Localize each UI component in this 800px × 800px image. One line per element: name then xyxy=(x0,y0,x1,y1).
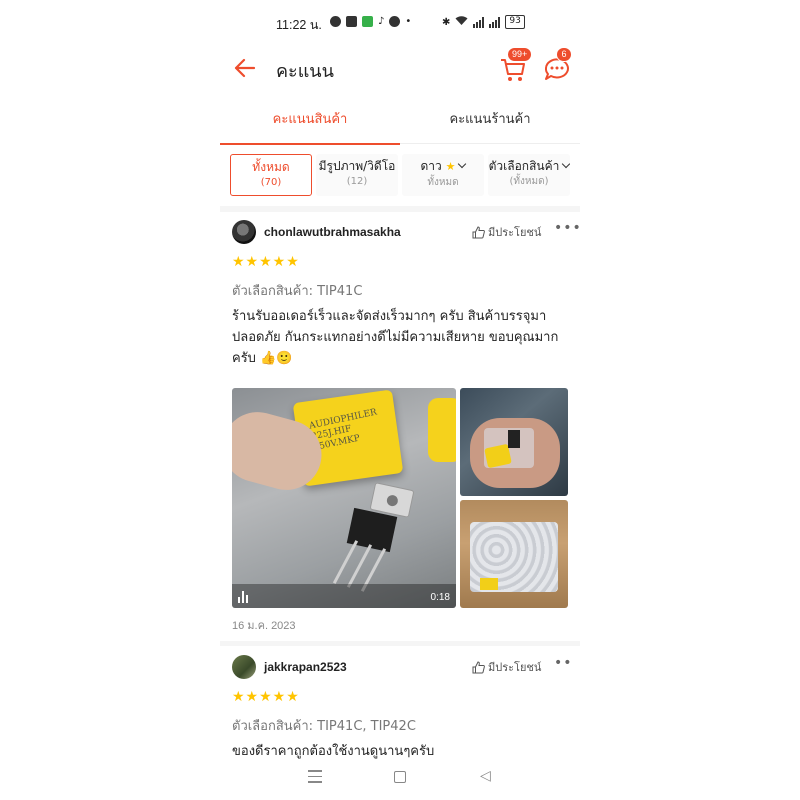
chip-label-row: ดาว ★ xyxy=(402,158,484,175)
filter-with-media[interactable]: มีรูปภาพ/วิดีโอ (12) xyxy=(316,154,398,196)
review-date: 16 ม.ค. 2023 xyxy=(232,620,296,632)
review-photo[interactable] xyxy=(460,388,568,496)
signal-icon xyxy=(473,16,485,28)
back-nav-icon[interactable]: ◁ xyxy=(480,768,491,784)
chip-count: ทั้งหมด xyxy=(427,177,459,188)
arrow-left-icon[interactable] xyxy=(232,55,258,81)
camera-app-icon xyxy=(346,16,357,27)
bluetooth-icon: ✱ xyxy=(442,16,451,28)
review-comment: ร้านรับออเดอร์เร็วและจัดส่งเร็วมากๆ ครับ… xyxy=(232,309,559,366)
helpful-button[interactable]: มีประโยชน์ xyxy=(472,658,541,676)
chat-notification-icon xyxy=(389,16,401,27)
capacitor-image-2 xyxy=(428,398,456,462)
dot-icon: • xyxy=(405,16,412,27)
review-photo[interactable] xyxy=(460,500,568,608)
chat-badge: 6 xyxy=(556,47,572,62)
more-icon[interactable]: ••• xyxy=(554,655,572,671)
cart-badge: 99+ xyxy=(507,47,533,62)
avatar[interactable] xyxy=(232,220,256,244)
chip-label: ทั้งหมด xyxy=(252,160,290,174)
tab-label: คะแนนร้านค้า xyxy=(449,112,531,127)
system-nav-bar: ◁ xyxy=(220,762,580,794)
tab-shop-rating[interactable]: คะแนนร้านค้า xyxy=(400,100,580,144)
wifi-icon xyxy=(455,15,468,29)
tab-label: คะแนนสินค้า xyxy=(272,112,348,127)
capacitor-image xyxy=(480,578,498,590)
cart-button[interactable]: 99+ xyxy=(498,47,533,84)
notification-icons: ♪ • xyxy=(330,16,411,27)
helpful-label: มีประโยชน์ xyxy=(488,661,542,674)
review-comment: ของดีราคาถูกต้องใช้งานดูนานๆครับ xyxy=(232,744,435,759)
transistor-image xyxy=(508,430,520,448)
thumbs-up-icon xyxy=(472,660,485,673)
battery-icon: 93 xyxy=(505,15,525,29)
chip-label-row: ตัวเลือกสินค้า xyxy=(488,158,570,174)
tab-product-rating[interactable]: คะแนนสินค้า xyxy=(220,100,400,145)
filter-variant[interactable]: ตัวเลือกสินค้า (ทั้งหมด) xyxy=(488,154,570,196)
review-video[interactable]: AUDIOPHILER 225J.HIF 250V.MKP 0:18 xyxy=(232,388,456,608)
rating-stars: ★★★★★ xyxy=(232,689,300,705)
app-bar: คะแนน 99+ 6 xyxy=(220,44,580,92)
filter-stars[interactable]: ดาว ★ ทั้งหมด xyxy=(402,154,484,196)
chevron-down-icon xyxy=(458,159,467,169)
chip-label: มีรูปภาพ/วิดีโอ xyxy=(318,159,396,173)
username: chonlawutbrahmasakha xyxy=(264,225,401,239)
username: jakkrapan2523 xyxy=(264,660,347,674)
tiktok-icon: ♪ xyxy=(378,16,385,27)
recent-apps-icon[interactable] xyxy=(308,770,322,787)
status-bar: 11:22 น. ♪ • ✱ 93 xyxy=(220,12,580,34)
filter-chips: ทั้งหมด (70) มีรูปภาพ/วิดีโอ (12) ดาว ★ … xyxy=(230,154,580,198)
phone-screen: 11:22 น. ♪ • ✱ 93 คะแนน 99+ 6 คะแนนสินค้… xyxy=(220,0,580,800)
video-duration: 0:18 xyxy=(430,592,450,603)
home-icon[interactable] xyxy=(394,771,406,783)
page-title: คะแนน xyxy=(276,61,334,82)
review-item: jakkrapan2523 มีประโยชน์ ••• ★★★★★ ตัวเล… xyxy=(232,655,572,760)
more-icon[interactable]: ••• xyxy=(554,220,580,236)
star-icon: ★ xyxy=(445,160,456,173)
chip-label: ดาว xyxy=(420,159,442,173)
section-divider xyxy=(220,641,580,646)
system-icons: ✱ 93 xyxy=(442,15,525,29)
review-item: chonlawutbrahmasakha มีประโยชน์ ••• ★★★★… xyxy=(232,220,580,640)
chevron-down-icon xyxy=(562,159,570,169)
chip-count: (70) xyxy=(260,177,282,188)
section-divider xyxy=(220,206,580,212)
helpful-button[interactable]: มีประโยชน์ xyxy=(472,223,541,241)
line-app-icon xyxy=(362,16,373,27)
chip-count: (ทั้งหมด) xyxy=(509,176,549,187)
tab-underline xyxy=(220,143,400,145)
rating-tabs: คะแนนสินค้า คะแนนร้านค้า xyxy=(220,100,580,145)
helpful-label: มีประโยชน์ xyxy=(488,226,542,239)
thumbs-up-icon xyxy=(472,225,485,238)
video-overlay: 0:18 xyxy=(232,584,456,608)
variant-label: ตัวเลือกสินค้า: TIP41C xyxy=(232,284,363,299)
messenger-icon xyxy=(330,16,341,27)
filter-all[interactable]: ทั้งหมด (70) xyxy=(230,154,312,196)
signal-2-icon xyxy=(489,16,501,28)
chat-button[interactable]: 6 xyxy=(542,47,572,84)
variant-label: ตัวเลือกสินค้า: TIP41C, TIP42C xyxy=(232,719,416,734)
chip-label: ตัวเลือกสินค้า xyxy=(488,159,560,173)
avatar[interactable] xyxy=(232,655,256,679)
rating-stars: ★★★★★ xyxy=(232,254,300,270)
chip-count: (12) xyxy=(346,176,368,187)
status-time: 11:22 น. xyxy=(276,18,322,32)
video-icon xyxy=(238,591,248,603)
review-media: AUDIOPHILER 225J.HIF 250V.MKP 0:18 xyxy=(232,388,572,608)
